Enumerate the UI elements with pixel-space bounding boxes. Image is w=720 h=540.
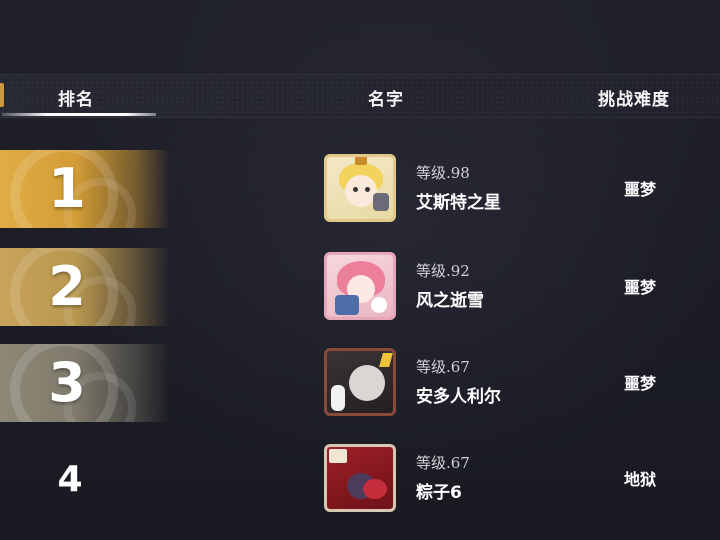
rank-number: 1 [48, 157, 86, 220]
difficulty-column-header: 挑战难度 [598, 90, 670, 110]
player-level: 等级.98 [416, 164, 470, 182]
rank-number: 2 [48, 255, 86, 318]
player-name: 艾斯特之星 [416, 193, 501, 213]
challenge-difficulty: 噩梦 [623, 278, 656, 297]
challenge-difficulty: 噩梦 [623, 180, 656, 199]
leaderboard-header: 排名 名字 挑战难度 [0, 74, 720, 118]
player-level: 等级.92 [416, 262, 470, 280]
player-avatar[interactable] [324, 348, 396, 416]
rank-badge: 1 [0, 150, 170, 228]
rank-number: 3 [48, 351, 86, 414]
leaderboard-row[interactable]: 2 等级.92 风之逝雪 噩梦 [0, 244, 720, 330]
name-column-header: 名字 [368, 90, 404, 110]
player-name: 风之逝雪 [416, 291, 484, 311]
rank-badge: 3 [0, 344, 170, 422]
rank-number: 4 [57, 459, 83, 500]
leaderboard-row[interactable]: 4 等级.67 粽子6 地狱 [0, 436, 720, 522]
player-level: 等级.67 [416, 358, 470, 376]
player-avatar[interactable] [324, 252, 396, 320]
player-avatar[interactable] [324, 154, 396, 222]
header-left-marker [0, 83, 4, 107]
player-name: 安多人利尔 [416, 387, 501, 407]
challenge-difficulty: 噩梦 [623, 374, 656, 393]
player-level: 等级.67 [416, 454, 470, 472]
rank-column-header[interactable]: 排名 [58, 85, 94, 110]
rank-badge: 2 [0, 248, 170, 326]
rank-tab-underline [2, 113, 156, 116]
challenge-difficulty: 地狱 [623, 470, 656, 489]
leaderboard-row[interactable]: 1 等级.98 艾斯特之星 噩梦 [0, 146, 720, 232]
leaderboard-row[interactable]: 3 等级.67 安多人利尔 噩梦 [0, 340, 720, 426]
player-avatar[interactable] [324, 444, 396, 512]
player-name: 粽子6 [416, 483, 462, 503]
